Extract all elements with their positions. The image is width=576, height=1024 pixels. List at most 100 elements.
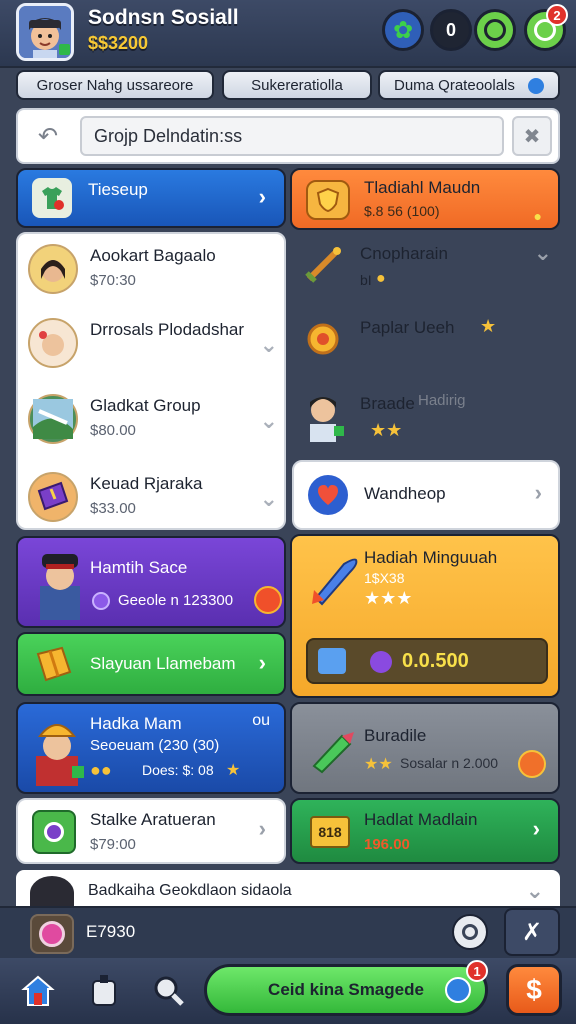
friends-button[interactable]: ✿ <box>382 9 424 51</box>
chevron-right-icon: › <box>258 816 266 841</box>
reward-extra: Hadirig <box>418 392 466 409</box>
tieseup-card[interactable]: Tieseup › <box>16 168 286 228</box>
contact-list: Aookart Bagaalo $70:30 Drrosals Plodadsh… <box>16 232 286 530</box>
list-item[interactable]: Keuad Rjaraka $33.00 ⌄ <box>28 462 284 528</box>
amount-panel: 0.0.500 <box>306 638 548 684</box>
list-item-title: Keuad Rjaraka <box>90 474 203 493</box>
star-icon: ★ <box>480 316 497 336</box>
tab-other-label: Duma Qrateoolals <box>394 76 515 94</box>
search-icon <box>154 976 184 1006</box>
girl-avatar-icon <box>28 318 78 368</box>
tab-bar: Groser Nahg ussareore Sukereratiolla Dum… <box>0 70 576 102</box>
cta-button[interactable]: Ceid kina Smagede <box>204 964 488 1016</box>
nav-home[interactable] <box>16 968 60 1012</box>
list-item[interactable]: Aookart Bagaalo $70:30 <box>28 234 284 308</box>
slayuan-title: Slayuan Llamebam <box>90 654 236 673</box>
egg-icon <box>30 914 74 954</box>
record-icon <box>462 924 478 940</box>
list-item-title: Gladkat Group <box>90 396 201 415</box>
star-icon: ★★ <box>364 756 393 773</box>
guard-avatar-icon <box>30 546 90 620</box>
cta-label: Ceid kina Smagede <box>268 980 424 999</box>
notification-badge: 2 <box>546 4 568 26</box>
heart-shield-icon <box>308 475 348 515</box>
coin-icon: ●● <box>90 760 112 780</box>
buradile-title: Buradile <box>364 726 427 745</box>
rewards-list: Cnopharain bI ● ⌄ Paplar Ueeh ★ Braade H… <box>290 232 560 458</box>
coin-icon: ● <box>533 208 542 224</box>
reward-title: Paplar Ueeh <box>360 318 455 337</box>
status-value: E7930 <box>86 922 136 941</box>
app-title: Sodnsn Sosiall <box>88 6 239 29</box>
nav-search[interactable] <box>146 968 190 1012</box>
hadka-mam-sub: Seoeuam (230 (30) <box>90 737 220 754</box>
buradile-card[interactable]: Buradile ★★ Sosalar n 2.000 <box>290 702 560 794</box>
hadlat-madlain-title: Hadlat Madlain <box>364 810 478 829</box>
camera-icon <box>32 810 76 854</box>
settings-button[interactable]: ✗ <box>504 908 560 956</box>
hadiah-maudn-card[interactable]: Tladiahl Maudn $.8 56 (100) ● <box>290 168 560 230</box>
notice-bar[interactable]: Badkaiha Geokdlaon sidaola ⌄ <box>16 870 560 910</box>
list-item[interactable]: Drrosals Plodadshar ⌄ <box>28 308 284 382</box>
list-item-sub: $80.00 <box>90 422 136 439</box>
record-button[interactable] <box>452 914 488 950</box>
chevron-right-icon: › <box>534 480 542 505</box>
ticket-icon <box>28 472 78 522</box>
chef-avatar-icon <box>28 712 86 786</box>
friend-count-button[interactable]: 0 <box>430 9 472 51</box>
tab-suggestions[interactable]: Sukereratiolla <box>222 70 372 100</box>
building-icon <box>318 648 346 674</box>
chat-button[interactable] <box>474 9 516 51</box>
refresh-icon <box>445 977 471 1003</box>
reward-item[interactable]: Paplar Ueeh ★ <box>300 306 560 378</box>
profile-avatar[interactable] <box>16 3 74 61</box>
coin-icon: ● <box>376 270 386 287</box>
stalke-sub: $79:00 <box>90 836 136 853</box>
list-item[interactable]: Gladkat Group $80.00 ⌄ <box>28 384 284 458</box>
bag-icon <box>92 975 116 1006</box>
hadka-mam-corner: ou <box>252 712 270 729</box>
search-input[interactable] <box>80 116 504 156</box>
card-badge: 818 <box>310 816 350 848</box>
chevron-down-icon: ⌄ <box>259 486 278 511</box>
bottom-nav: Ceid kina Smagede 1 $ <box>0 958 576 1024</box>
clear-search-button[interactable]: ✖ <box>512 116 552 156</box>
notice-title: Badkaiha Geokdlaon sidaola <box>88 882 292 899</box>
hadlat-madlain-sub: 196.00 <box>364 836 410 853</box>
rocket-icon <box>304 550 364 610</box>
badge-icon <box>254 586 282 614</box>
chevron-right-icon: › <box>258 184 266 209</box>
badge-icon <box>518 750 546 778</box>
reward-title: Braade <box>360 394 415 413</box>
tools-icon: ✗ <box>521 918 543 946</box>
hadka-mam-card[interactable]: Hadka Mam ou Seoeuam (230 (30) ●● Does: … <box>16 702 286 794</box>
slayuan-card[interactable]: Slayuan Llamebam › <box>16 632 286 696</box>
tab-groups[interactable]: Groser Nahg ussareore <box>16 70 214 100</box>
reward-item[interactable]: Braade Hadirig ★★ <box>300 382 560 454</box>
friend-count: 0 <box>445 19 456 40</box>
coin-balance: $$3200 <box>88 33 149 53</box>
shop-button[interactable]: $ <box>506 964 562 1016</box>
wandheop-card[interactable]: Wandheop › <box>292 460 560 530</box>
nav-inventory[interactable] <box>82 968 126 1012</box>
stalke-card[interactable]: Stalke Aratueran $79:00 › <box>16 798 286 864</box>
tab-other[interactable]: Duma Qrateoolals <box>378 70 560 100</box>
home-icon <box>21 975 55 1006</box>
hadlat-madlain-card[interactable]: 818 Hadlat Madlain 196.00 › <box>290 798 560 864</box>
girl-avatar-icon <box>28 244 78 294</box>
back-icon[interactable]: ↶ <box>38 122 58 151</box>
pencil-icon <box>306 724 356 774</box>
cta-badge: 1 <box>466 960 488 982</box>
hamtih-sace-title: Hamtih Sace <box>90 558 188 577</box>
landscape-icon <box>28 394 78 444</box>
reward-item[interactable]: Cnopharain bI ● ⌄ <box>300 232 560 304</box>
clover-icon: ✿ <box>392 16 414 44</box>
hadka-mam-extra: Does: $: 08 <box>142 762 214 778</box>
hamtih-sace-card[interactable]: Hamtih Sace Geeole n 123300 <box>16 536 286 628</box>
star-icon: ★★★ <box>364 588 413 608</box>
hadiah-minguuah-card[interactable]: Hadiah Minguuah 1$X38 ★★★ 0.0.500 <box>290 534 560 698</box>
chevron-down-icon: ⌄ <box>259 408 278 433</box>
gem-icon <box>92 592 110 610</box>
list-item-sub: $33.00 <box>90 500 136 517</box>
buradile-sub: Sosalar n 2.000 <box>400 755 499 771</box>
